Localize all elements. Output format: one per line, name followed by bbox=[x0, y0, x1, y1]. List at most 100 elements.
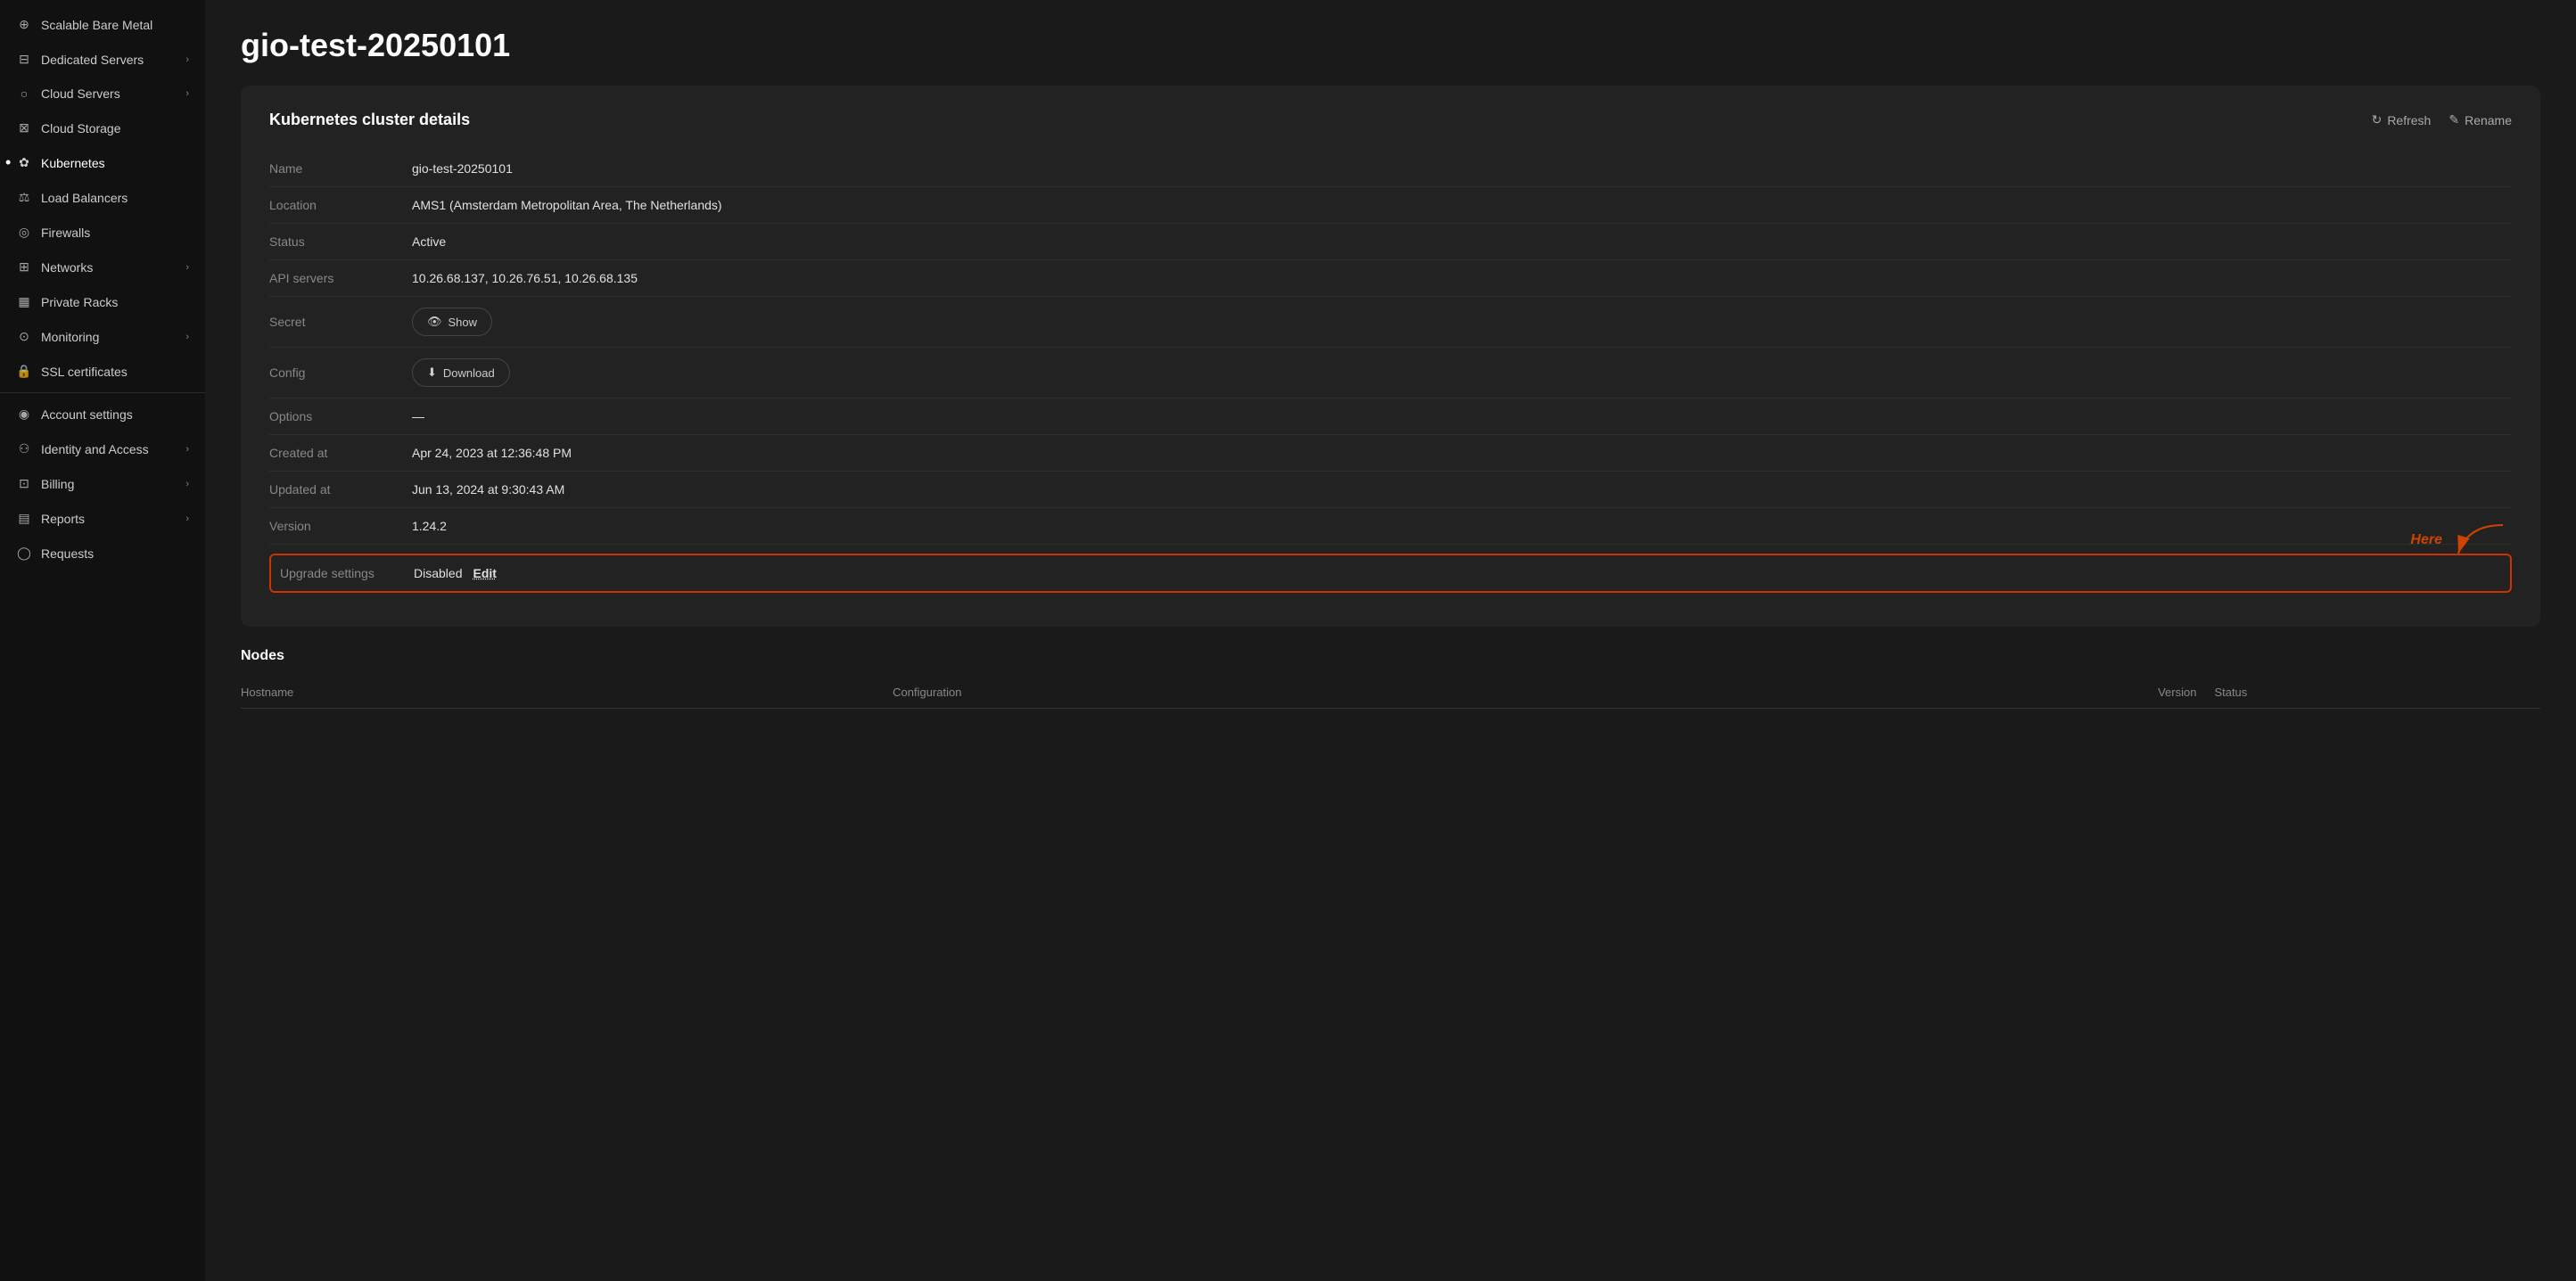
main-content: gio-test-20250101 Kubernetes cluster det… bbox=[205, 0, 2576, 1281]
sidebar-item-label: Cloud Storage bbox=[41, 121, 121, 135]
detail-value-updated-at: Jun 13, 2024 at 9:30:43 AM bbox=[412, 482, 2512, 497]
sidebar-item-label: Private Racks bbox=[41, 295, 118, 309]
download-config-button[interactable]: ⬇ Download bbox=[412, 358, 510, 387]
show-label: Show bbox=[449, 316, 478, 329]
sidebar-item-label: Requests bbox=[41, 546, 94, 561]
firewalls-icon: ◎ bbox=[16, 225, 32, 240]
networks-icon: ⊞ bbox=[16, 259, 32, 275]
col-header-version: Version bbox=[1871, 686, 2215, 699]
page-title: gio-test-20250101 bbox=[241, 27, 2540, 64]
refresh-button[interactable]: ↻ Refresh bbox=[2372, 112, 2432, 127]
sidebar-item-label: Dedicated Servers bbox=[41, 53, 144, 67]
detail-value-secret: 👁 Show bbox=[412, 308, 2512, 336]
col-header-status: Status bbox=[2214, 686, 2540, 699]
upgrade-settings-edit-button[interactable]: Edit bbox=[473, 566, 496, 580]
sidebar-item-kubernetes[interactable]: ✿ Kubernetes bbox=[0, 145, 205, 180]
requests-icon: ◯ bbox=[16, 546, 32, 561]
chevron-right-icon: › bbox=[185, 54, 189, 65]
monitoring-icon: ⊙ bbox=[16, 329, 32, 344]
sidebar-item-label: Kubernetes bbox=[41, 156, 105, 170]
sidebar-item-networks[interactable]: ⊞ Networks › bbox=[0, 250, 205, 284]
col-header-configuration: Configuration bbox=[893, 686, 1871, 699]
sidebar-item-dedicated-servers[interactable]: ⊟ Dedicated Servers › bbox=[0, 42, 205, 77]
sidebar-item-reports[interactable]: ▤ Reports › bbox=[0, 501, 205, 536]
detail-label-location: Location bbox=[269, 198, 412, 212]
chevron-right-icon: › bbox=[185, 479, 189, 489]
sidebar-item-label: SSL certificates bbox=[41, 365, 128, 379]
detail-value-config: ⬇ Download bbox=[412, 358, 2512, 387]
detail-label-api-servers: API servers bbox=[269, 271, 412, 285]
detail-value-version: 1.24.2 bbox=[412, 519, 2512, 533]
detail-row-secret: Secret 👁 Show bbox=[269, 297, 2512, 348]
sidebar-item-requests[interactable]: ◯ Requests bbox=[0, 536, 205, 571]
detail-label-version: Version bbox=[269, 519, 412, 533]
divider bbox=[0, 392, 205, 393]
sidebar-item-account-settings[interactable]: ◉ Account settings bbox=[0, 397, 205, 431]
sidebar-item-cloud-storage[interactable]: ⊠ Cloud Storage bbox=[0, 111, 205, 145]
upgrade-settings-row: Upgrade settings Disabled Edit bbox=[269, 554, 2512, 593]
sidebar-item-scalable-bare-metal[interactable]: ⊕ Scalable Bare Metal bbox=[0, 7, 205, 42]
chevron-right-icon: › bbox=[185, 513, 189, 524]
eye-icon: 👁 bbox=[427, 315, 442, 329]
rename-label: Rename bbox=[2465, 113, 2512, 127]
sidebar-item-label: Scalable Bare Metal bbox=[41, 18, 152, 32]
sidebar-item-ssl-certificates[interactable]: 🔒 SSL certificates bbox=[0, 354, 205, 389]
detail-row-created-at: Created at Apr 24, 2023 at 12:36:48 PM bbox=[269, 435, 2512, 472]
download-icon: ⬇ bbox=[427, 365, 437, 380]
kubernetes-icon: ✿ bbox=[16, 155, 32, 170]
rename-button[interactable]: ✎ Rename bbox=[2448, 112, 2512, 127]
annotation-text: Here bbox=[2410, 532, 2442, 548]
sidebar-item-label: Account settings bbox=[41, 407, 133, 422]
nodes-table-header: Hostname Configuration Version Status bbox=[241, 677, 2540, 709]
detail-row-name: Name gio-test-20250101 bbox=[269, 151, 2512, 187]
load-balancers-icon: ⚖ bbox=[16, 190, 32, 205]
upgrade-settings-container: Upgrade settings Disabled Edit Here bbox=[269, 545, 2512, 602]
annotation-arrow-icon bbox=[2449, 518, 2521, 562]
details-table: Name gio-test-20250101 Location AMS1 (Am… bbox=[269, 151, 2512, 602]
identity-icon: ⚇ bbox=[16, 441, 32, 456]
nodes-title: Nodes bbox=[241, 648, 2540, 664]
sidebar-item-cloud-servers[interactable]: ○ Cloud Servers › bbox=[0, 77, 205, 111]
chevron-right-icon: › bbox=[185, 444, 189, 455]
refresh-icon: ↻ bbox=[2372, 112, 2383, 127]
sidebar-item-firewalls[interactable]: ◎ Firewalls bbox=[0, 215, 205, 250]
sidebar-item-monitoring[interactable]: ⊙ Monitoring › bbox=[0, 319, 205, 354]
card-actions: ↻ Refresh ✎ Rename bbox=[2372, 112, 2512, 127]
detail-label-updated-at: Updated at bbox=[269, 482, 412, 497]
sidebar-item-label: Networks bbox=[41, 260, 93, 275]
sidebar-item-label: Firewalls bbox=[41, 226, 90, 240]
card-header: Kubernetes cluster details ↻ Refresh ✎ R… bbox=[269, 111, 2512, 129]
detail-value-api-servers: 10.26.68.137, 10.26.76.51, 10.26.68.135 bbox=[412, 271, 2512, 285]
detail-label-options: Options bbox=[269, 409, 412, 423]
detail-label-created-at: Created at bbox=[269, 446, 412, 460]
account-icon: ◉ bbox=[16, 406, 32, 422]
card-title: Kubernetes cluster details bbox=[269, 111, 470, 129]
detail-value-name: gio-test-20250101 bbox=[412, 161, 2512, 176]
server-icon: ⊕ bbox=[16, 17, 32, 32]
sidebar-item-label: Identity and Access bbox=[41, 442, 149, 456]
reports-icon: ▤ bbox=[16, 511, 32, 526]
show-secret-button[interactable]: 👁 Show bbox=[412, 308, 492, 336]
dedicated-servers-icon: ⊟ bbox=[16, 52, 32, 67]
annotation: Here bbox=[2410, 518, 2521, 562]
upgrade-settings-value: Disabled bbox=[414, 566, 462, 580]
detail-value-created-at: Apr 24, 2023 at 12:36:48 PM bbox=[412, 446, 2512, 460]
sidebar-item-private-racks[interactable]: ▦ Private Racks bbox=[0, 284, 205, 319]
sidebar-item-load-balancers[interactable]: ⚖ Load Balancers bbox=[0, 180, 205, 215]
pencil-icon: ✎ bbox=[2448, 112, 2459, 127]
detail-row-options: Options — bbox=[269, 398, 2512, 435]
download-label: Download bbox=[443, 366, 495, 380]
sidebar-item-identity-and-access[interactable]: ⚇ Identity and Access › bbox=[0, 431, 205, 466]
status-badge: Active bbox=[412, 234, 2512, 249]
chevron-right-icon: › bbox=[185, 332, 189, 342]
col-header-hostname: Hostname bbox=[241, 686, 893, 699]
detail-row-status: Status Active bbox=[269, 224, 2512, 260]
sidebar-item-label: Reports bbox=[41, 512, 85, 526]
detail-value-location: AMS1 (Amsterdam Metropolitan Area, The N… bbox=[412, 198, 2512, 212]
sidebar-item-label: Load Balancers bbox=[41, 191, 128, 205]
detail-value-options: — bbox=[412, 409, 2512, 423]
chevron-right-icon: › bbox=[185, 88, 189, 99]
cloud-servers-icon: ○ bbox=[16, 86, 32, 101]
detail-row-version: Version 1.24.2 bbox=[269, 508, 2512, 545]
sidebar-item-billing[interactable]: ⊡ Billing › bbox=[0, 466, 205, 501]
